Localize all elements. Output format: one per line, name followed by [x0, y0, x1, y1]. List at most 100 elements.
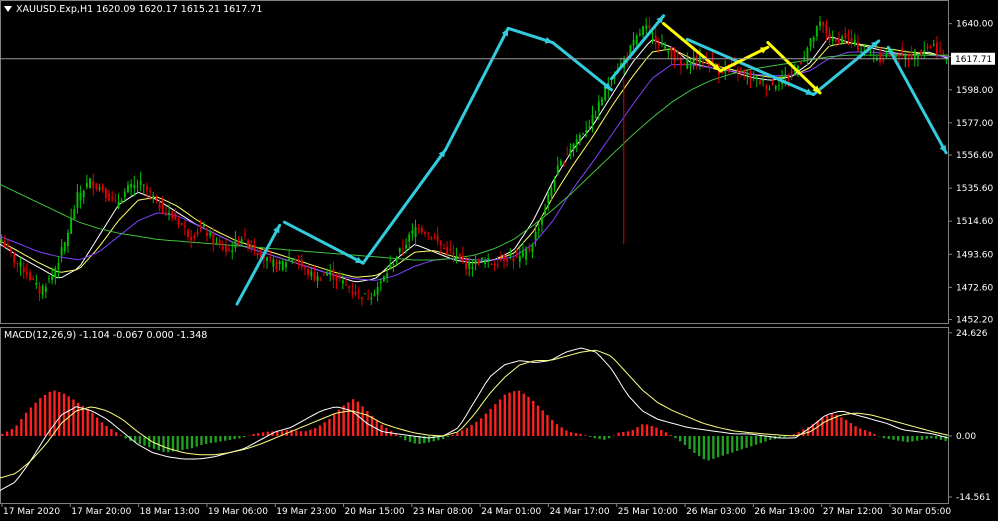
candle-bull	[746, 72, 749, 78]
candle-bear	[25, 272, 28, 275]
candle-bear	[648, 25, 651, 28]
candle-bear	[101, 184, 104, 192]
candle-bull	[44, 287, 47, 292]
candle-bull	[202, 225, 205, 228]
candle-bear	[149, 191, 152, 193]
candle-bear	[360, 297, 363, 300]
candle-bull	[597, 101, 600, 112]
candle-bull	[209, 232, 212, 236]
candle-bull	[540, 217, 543, 225]
candle-bear	[427, 232, 430, 234]
candle-bull	[168, 212, 171, 215]
candle-bull	[487, 258, 490, 261]
candle-bull	[0, 239, 3, 243]
candle-bear	[512, 257, 515, 262]
candle-bull	[578, 135, 581, 142]
candle-bear	[228, 249, 231, 251]
candle-bear	[458, 253, 461, 259]
candle-bull	[831, 38, 834, 42]
candle-bear	[13, 253, 16, 263]
candle-bear	[838, 38, 840, 45]
candle-bull	[664, 44, 667, 49]
candle-bull	[885, 55, 888, 58]
candle-bear	[907, 60, 910, 62]
candle-bear	[247, 240, 250, 247]
candle-bear	[269, 257, 272, 259]
candle-bear	[348, 286, 351, 289]
candle-bear	[465, 260, 468, 270]
candle-bull	[474, 259, 477, 265]
candle-bull	[316, 276, 319, 282]
candle-bull	[594, 116, 597, 118]
candle-bear	[322, 274, 325, 276]
candle-bear	[401, 248, 404, 250]
candle-bear	[345, 284, 347, 286]
candle-bear	[506, 258, 509, 262]
chart-canvas[interactable]: 1640.001619.001598.001577.001556.601535.…	[0, 0, 998, 521]
candle-bear	[828, 32, 831, 40]
price-y-tick-label: 1556.60	[956, 151, 993, 161]
candle-bull	[575, 139, 578, 146]
candle-bull	[610, 83, 613, 85]
candle-bear	[844, 33, 847, 39]
candle-bull	[291, 259, 294, 263]
candle-bear	[16, 263, 19, 265]
candle-bear	[237, 239, 240, 244]
candle-bear	[430, 237, 433, 240]
candle-bull	[98, 187, 101, 190]
candle-bull	[809, 38, 812, 47]
candle-bull	[379, 281, 382, 283]
candle-bear	[307, 269, 310, 275]
candle-bear	[477, 260, 480, 265]
candle-bull	[635, 35, 638, 45]
candle-bull	[585, 130, 588, 134]
candle-bull	[19, 261, 22, 267]
x-tick-label: 27 Mar 12:00	[823, 507, 883, 517]
candle-bear	[790, 70, 793, 74]
candle-bear	[294, 261, 297, 263]
candle-bull	[48, 278, 50, 280]
candle-bear	[145, 186, 148, 191]
candle-bear	[787, 75, 790, 78]
candle-bull	[120, 200, 123, 204]
candle-bull	[638, 34, 641, 36]
candle-bear	[256, 252, 259, 256]
candle-bull	[534, 231, 537, 240]
candle-bear	[929, 47, 932, 49]
candle-bear	[92, 181, 95, 188]
candle-bull	[841, 36, 844, 44]
price-y-tick-label: 1535.60	[956, 184, 993, 194]
candle-bear	[303, 267, 306, 269]
candle-bear	[253, 244, 256, 251]
candle-bull	[405, 244, 408, 249]
candle-bear	[155, 196, 158, 198]
candle-bear	[926, 45, 929, 48]
candle-bull	[518, 256, 521, 262]
candle-bear	[759, 80, 761, 85]
candle-bull	[133, 184, 136, 189]
candle-bull	[645, 25, 648, 29]
candle-bear	[461, 255, 464, 262]
candle-bull	[755, 76, 758, 79]
candle-bull	[51, 275, 54, 281]
candle-bear	[942, 52, 945, 54]
candle-bear	[32, 278, 35, 280]
candle-bear	[420, 227, 423, 233]
candle-bear	[161, 201, 164, 214]
candle-bull	[57, 262, 60, 270]
candle-bear	[935, 42, 938, 54]
candle-bull	[231, 250, 234, 253]
candle-bear	[275, 262, 278, 270]
candle-bear	[847, 34, 850, 37]
candle-bear	[190, 236, 193, 241]
symbol-header: XAUUSD.Exp,H1 1620.09 1620.17 1615.21 16…	[16, 4, 262, 15]
candle-bear	[3, 240, 6, 248]
candle-bull	[522, 250, 524, 257]
candle-bear	[218, 240, 221, 245]
candle-bear	[196, 231, 199, 235]
candle-bull	[661, 43, 663, 45]
candle-bull	[582, 133, 584, 135]
x-tick-label: 19 Mar 06:00	[208, 507, 268, 517]
candle-bear	[417, 228, 420, 230]
candle-bull	[278, 261, 281, 265]
